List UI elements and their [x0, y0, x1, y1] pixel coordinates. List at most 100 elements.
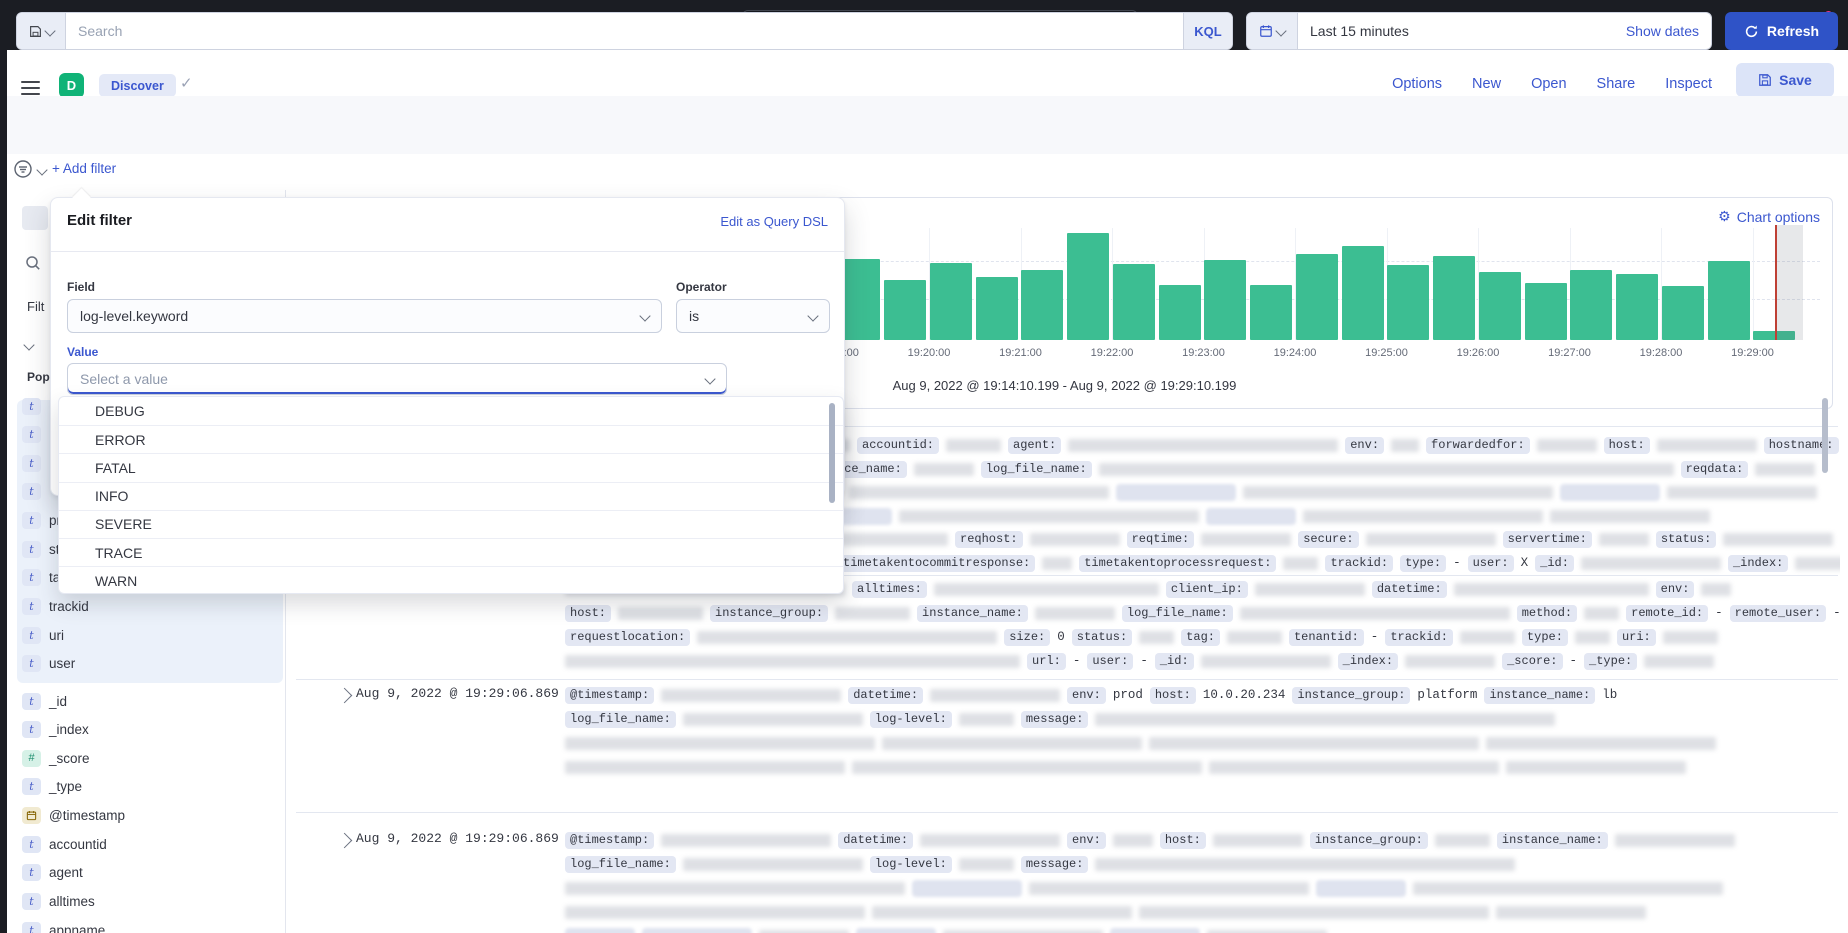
field-label-pill[interactable]: reqhost:: [955, 531, 1023, 548]
field-label-pill[interactable]: message:: [1021, 856, 1089, 873]
field-label-pill[interactable]: instance_name:: [1484, 687, 1595, 704]
top-menu-link-options[interactable]: Options: [1392, 76, 1442, 92]
kql-search-input[interactable]: Search: [66, 23, 1183, 39]
top-menu-link-open[interactable]: Open: [1531, 76, 1566, 92]
field-label-pill[interactable]: log_file_name:: [565, 856, 676, 873]
sidebar-field-agent[interactable]: tagent: [17, 861, 277, 885]
field-label-pill[interactable]: reqtime:: [1127, 531, 1195, 548]
field-label-pill[interactable]: requestlocation:: [565, 629, 690, 646]
field-label-pill[interactable]: remote_id:: [1626, 605, 1708, 622]
field-label-pill[interactable]: env:: [1656, 581, 1695, 598]
field-label-pill[interactable]: url:: [1027, 653, 1066, 670]
field-search-icon[interactable]: [25, 255, 41, 271]
sidebar-field-_index[interactable]: t_index: [17, 718, 277, 742]
field-label-pill[interactable]: datetime:: [1372, 581, 1447, 598]
value-option-trace[interactable]: TRACE: [59, 538, 843, 566]
field-label-pill[interactable]: host:: [1150, 687, 1196, 704]
field-label-pill[interactable]: instance_group:: [710, 605, 828, 622]
field-label-pill[interactable]: _index:: [1338, 653, 1398, 670]
value-option-fatal[interactable]: FATAL: [59, 453, 843, 481]
field-label-pill[interactable]: instance_group:: [1310, 832, 1428, 849]
field-label-pill[interactable]: trackid:: [1385, 629, 1453, 646]
field-label-pill[interactable]: servertime:: [1503, 531, 1592, 548]
field-label-pill[interactable]: tag:: [1181, 629, 1220, 646]
calendar-menu-button[interactable]: [1247, 13, 1298, 49]
field-label-pill[interactable]: log-level:: [870, 856, 952, 873]
top-menu-link-inspect[interactable]: Inspect: [1665, 76, 1712, 92]
field-label-pill[interactable]: alltimes:: [852, 581, 927, 598]
sidebar-popular-field-user[interactable]: tuser: [17, 652, 277, 676]
sidebar-field-_score[interactable]: #_score: [17, 746, 277, 770]
field-label-pill[interactable]: @timestamp:: [565, 832, 654, 849]
field-label-pill[interactable]: secure:: [1298, 531, 1358, 548]
value-combobox[interactable]: Select a value: [67, 363, 727, 395]
field-label-pill[interactable]: log_file_name:: [565, 711, 676, 728]
saved-query-menu-button[interactable]: [17, 13, 66, 49]
value-option-warn[interactable]: WARN: [59, 566, 843, 594]
chevron-down-icon[interactable]: [36, 164, 47, 175]
add-filter-link[interactable]: + Add filter: [52, 161, 116, 176]
field-select[interactable]: log-level.keyword: [67, 299, 662, 333]
value-option-debug[interactable]: DEBUG: [59, 397, 843, 425]
field-label-pill[interactable]: instance_group:: [1292, 687, 1410, 704]
query-language-badge[interactable]: KQL: [1183, 13, 1232, 49]
space-avatar[interactable]: D: [59, 73, 84, 98]
field-label-pill[interactable]: _type:: [1584, 653, 1637, 670]
field-label-pill[interactable]: instance_name:: [1497, 832, 1608, 849]
dropdown-scrollbar-thumb[interactable]: [829, 403, 835, 503]
top-menu-link-share[interactable]: Share: [1597, 76, 1636, 92]
field-label-pill[interactable]: agent:: [1008, 437, 1061, 454]
sidebar-field-accountid[interactable]: taccountid: [17, 832, 277, 856]
value-option-severe[interactable]: SEVERE: [59, 510, 843, 538]
field-label-pill[interactable]: datetime:: [838, 832, 913, 849]
field-label-pill[interactable]: uri:: [1617, 629, 1656, 646]
value-option-info[interactable]: INFO: [59, 482, 843, 510]
field-label-pill[interactable]: message:: [1021, 711, 1089, 728]
field-label-pill[interactable]: log_file_name:: [1122, 605, 1233, 622]
chart-options-link[interactable]: ⚙ Chart options: [1718, 208, 1820, 225]
expand-row-icon[interactable]: [337, 688, 353, 704]
menu-icon[interactable]: [21, 81, 40, 95]
index-pattern-switcher-partial[interactable]: [22, 206, 48, 230]
field-label-pill[interactable]: @timestamp:: [565, 687, 654, 704]
sidebar-field-@timestamp[interactable]: @timestamp: [17, 804, 277, 828]
value-option-error[interactable]: ERROR: [59, 425, 843, 453]
field-label-pill[interactable]: host:: [1604, 437, 1650, 454]
sidebar-popular-field-uri[interactable]: turi: [17, 623, 277, 647]
field-label-pill[interactable]: env:: [1345, 437, 1384, 454]
top-menu-link-new[interactable]: New: [1472, 76, 1501, 92]
field-label-pill[interactable]: host:: [1160, 832, 1206, 849]
field-label-pill[interactable]: type:: [1400, 555, 1446, 572]
sidebar-field-alltimes[interactable]: talltimes: [17, 890, 277, 914]
field-label-pill[interactable]: _score:: [1502, 653, 1562, 670]
field-label-pill[interactable]: reqdata:: [1681, 461, 1749, 478]
time-range-value[interactable]: Last 15 minutes: [1298, 23, 1614, 39]
field-label-pill[interactable]: forwardedfor:: [1426, 437, 1530, 454]
sidebar-field-_id[interactable]: t_id: [17, 689, 277, 713]
save-button[interactable]: Save: [1736, 63, 1834, 97]
sidebar-field-_type[interactable]: t_type: [17, 775, 277, 799]
field-label-pill[interactable]: timetakentoprocessrequest:: [1079, 555, 1276, 572]
field-label-pill[interactable]: trackid:: [1325, 555, 1393, 572]
field-label-pill[interactable]: status:: [1072, 629, 1132, 646]
field-label-pill[interactable]: size:: [1004, 629, 1050, 646]
field-label-pill[interactable]: status:: [1656, 531, 1716, 548]
field-label-pill[interactable]: type:: [1522, 629, 1568, 646]
field-label-pill[interactable]: host:: [565, 605, 611, 622]
field-label-pill[interactable]: tenantid:: [1289, 629, 1364, 646]
refresh-button[interactable]: Refresh: [1725, 12, 1838, 50]
field-label-pill[interactable]: datetime:: [848, 687, 923, 704]
field-label-pill[interactable]: _index:: [1728, 555, 1788, 572]
field-label-pill[interactable]: user:: [1468, 555, 1514, 572]
field-label-pill[interactable]: remote_user:: [1730, 605, 1826, 622]
field-label-pill[interactable]: env:: [1067, 832, 1106, 849]
field-label-pill[interactable]: log_file_name:: [981, 461, 1092, 478]
expand-row-icon[interactable]: [337, 833, 353, 849]
field-label-pill[interactable]: method:: [1517, 605, 1577, 622]
field-label-pill[interactable]: _id:: [1535, 555, 1574, 572]
field-label-pill[interactable]: _id:: [1155, 653, 1194, 670]
table-scrollbar-thumb[interactable]: [1822, 398, 1828, 473]
field-label-pill[interactable]: env:: [1067, 687, 1106, 704]
field-label-pill[interactable]: client_ip:: [1166, 581, 1248, 598]
saved-filters-icon[interactable]: [13, 159, 33, 179]
